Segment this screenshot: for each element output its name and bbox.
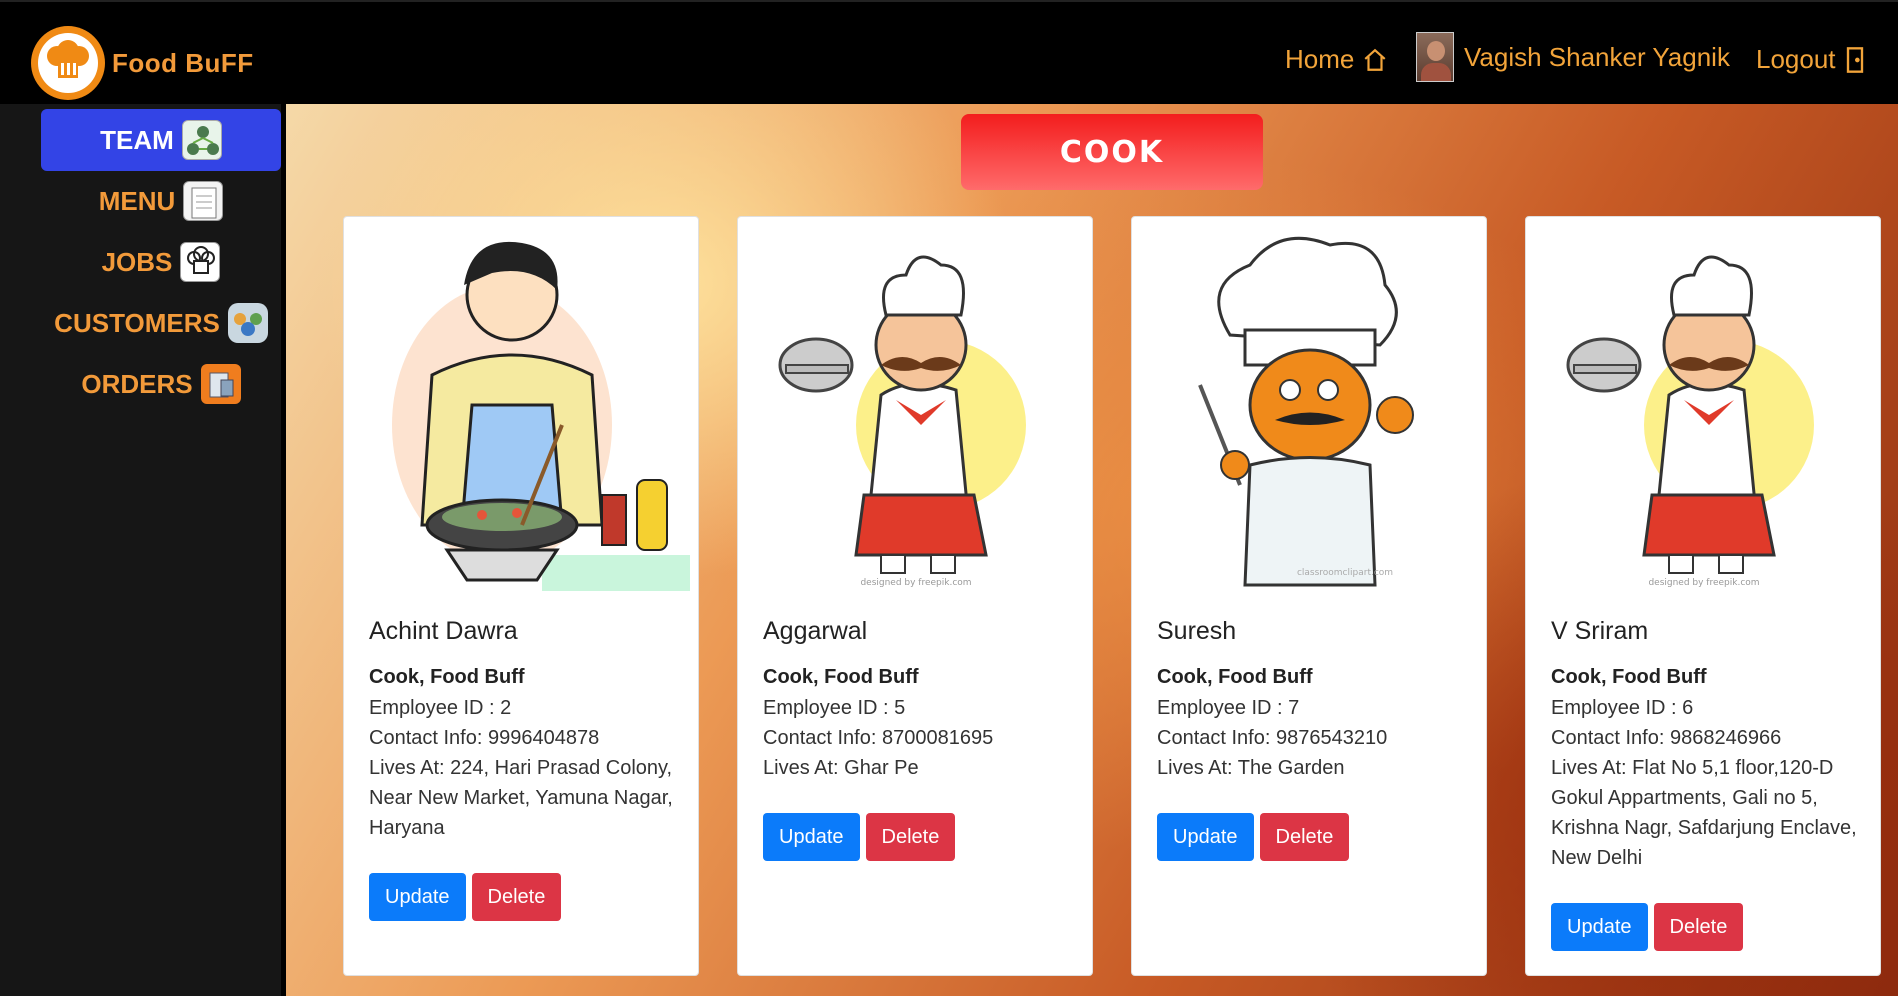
- section-title: COOK: [961, 114, 1263, 190]
- employee-role: Cook, Food Buff: [1551, 666, 1707, 688]
- sidebar-item-jobs[interactable]: JOBS: [41, 231, 281, 293]
- delete-button[interactable]: Delete: [865, 813, 956, 861]
- sidebar-item-label: JOBS: [101, 246, 173, 277]
- update-button[interactable]: Update: [369, 873, 466, 921]
- logout-link[interactable]: Logout: [1756, 44, 1866, 75]
- brand-name[interactable]: Food BuFF: [112, 48, 254, 79]
- image-credit: designed by freepik.com: [1648, 578, 1759, 588]
- team-icon: [181, 120, 222, 160]
- update-button[interactable]: Update: [1551, 903, 1648, 951]
- user-name: Vagish Shanker Yagnik: [1464, 41, 1730, 72]
- sidebar-item-label: CUSTOMERS: [54, 307, 220, 338]
- sidebar-item-label: TEAM: [100, 124, 174, 155]
- customers-icon: [227, 303, 268, 343]
- employee-image: designed by freepik.com: [1534, 225, 1872, 591]
- sidebar-item-customers[interactable]: CUSTOMERS: [20, 292, 302, 354]
- avatar: [1416, 32, 1454, 82]
- sidebar: TEAM MENU JOBS CUSTOMERS ORDERS: [0, 104, 284, 996]
- sidebar-item-label: ORDERS: [81, 368, 193, 399]
- delete-button[interactable]: Delete: [471, 873, 562, 921]
- employee-image: classroomclipart.com: [1140, 225, 1478, 591]
- employee-contact: Contact Info: 8700081695: [763, 727, 994, 749]
- employee-image: designed by freepik.com: [746, 225, 1084, 591]
- employee-card: designed by freepik.com Aggarwal Cook, F…: [737, 216, 1093, 976]
- employee-name: Aggarwal: [763, 617, 868, 645]
- employee-name: Suresh: [1157, 617, 1237, 645]
- top-navbar: Food BuFF Home Vagish Shanker Yagnik Log…: [0, 0, 1898, 104]
- delete-button[interactable]: Delete: [1653, 903, 1744, 951]
- update-button[interactable]: Update: [1157, 813, 1254, 861]
- employee-address: Lives At: Ghar Pe: [763, 757, 919, 779]
- employee-contact: Contact Info: 9876543210: [1157, 727, 1388, 749]
- main-content: COOK Achint Dawra Cook, Food Buff Employ…: [286, 104, 1898, 996]
- card-body: Achint Dawra Cook, Food Buff Employee ID…: [369, 617, 680, 921]
- orders-icon: [200, 364, 241, 404]
- employee-image: [352, 225, 690, 591]
- update-button[interactable]: Update: [763, 813, 860, 861]
- home-link[interactable]: Home: [1285, 44, 1388, 75]
- sidebar-item-orders[interactable]: ORDERS: [41, 353, 281, 415]
- logout-label: Logout: [1756, 44, 1836, 74]
- card-actions: Update Delete: [763, 813, 1074, 861]
- image-credit: classroomclipart.com: [1297, 568, 1393, 578]
- delete-button[interactable]: Delete: [1259, 813, 1350, 861]
- image-credit: designed by freepik.com: [860, 578, 971, 588]
- house-icon: [1364, 48, 1386, 71]
- card-body: Suresh Cook, Food Buff Employee ID : 7 C…: [1157, 617, 1468, 861]
- card-body: V Sriram Cook, Food Buff Employee ID : 6…: [1551, 617, 1862, 951]
- chef-hat-logo-icon[interactable]: [31, 26, 105, 100]
- employee-id: Employee ID : 2: [369, 697, 512, 719]
- card-body: Aggarwal Cook, Food Buff Employee ID : 5…: [763, 617, 1074, 861]
- menu-card-icon: [183, 181, 224, 221]
- employee-contact: Contact Info: 9996404878: [369, 727, 600, 749]
- employee-id: Employee ID : 6: [1551, 697, 1694, 719]
- employee-id: Employee ID : 5: [763, 697, 906, 719]
- employee-id: Employee ID : 7: [1157, 697, 1300, 719]
- employee-card: Achint Dawra Cook, Food Buff Employee ID…: [343, 216, 699, 976]
- sidebar-item-menu[interactable]: MENU: [41, 170, 281, 232]
- chef-hat-icon: [180, 242, 221, 282]
- door-icon: [1846, 46, 1863, 73]
- card-actions: Update Delete: [1157, 813, 1468, 861]
- employee-contact: Contact Info: 9868246966: [1551, 727, 1782, 749]
- home-link-label: Home: [1285, 44, 1355, 74]
- employee-address: Lives At: Flat No 5,1 floor,120-D Gokul …: [1551, 757, 1857, 869]
- employee-card: designed by freepik.com V Sriram Cook, F…: [1525, 216, 1881, 976]
- employee-role: Cook, Food Buff: [763, 666, 919, 688]
- employee-address: Lives At: 224, Hari Prasad Colony, Near …: [369, 757, 673, 839]
- employee-address: Lives At: The Garden: [1157, 757, 1345, 779]
- sidebar-item-team[interactable]: TEAM: [41, 109, 281, 171]
- employee-card: classroomclipart.com Suresh Cook, Food B…: [1131, 216, 1487, 976]
- card-actions: Update Delete: [369, 873, 680, 921]
- employee-role: Cook, Food Buff: [1157, 666, 1313, 688]
- card-actions: Update Delete: [1551, 903, 1862, 951]
- employee-name: Achint Dawra: [369, 617, 518, 645]
- user-profile-link[interactable]: Vagish Shanker Yagnik: [1416, 32, 1730, 82]
- employee-name: V Sriram: [1551, 617, 1649, 645]
- employee-role: Cook, Food Buff: [369, 666, 525, 688]
- sidebar-item-label: MENU: [98, 185, 176, 216]
